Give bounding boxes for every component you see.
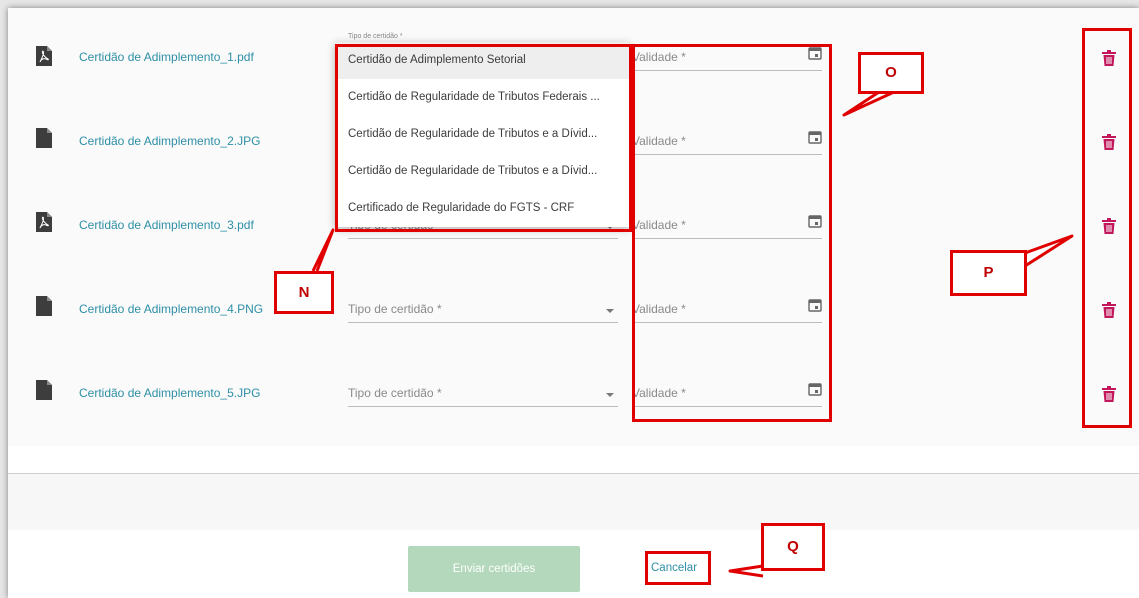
upload-dialog: Certidão de Adimplemento_1.pdf Tipo de c…	[8, 8, 1139, 598]
annotation-label-n: N	[274, 271, 334, 314]
annotation-label-q: Q	[761, 523, 825, 571]
annotation-label-o: O	[858, 52, 924, 94]
annotation-pointers	[311, 90, 1074, 578]
annotation-label-p: P	[950, 250, 1027, 296]
